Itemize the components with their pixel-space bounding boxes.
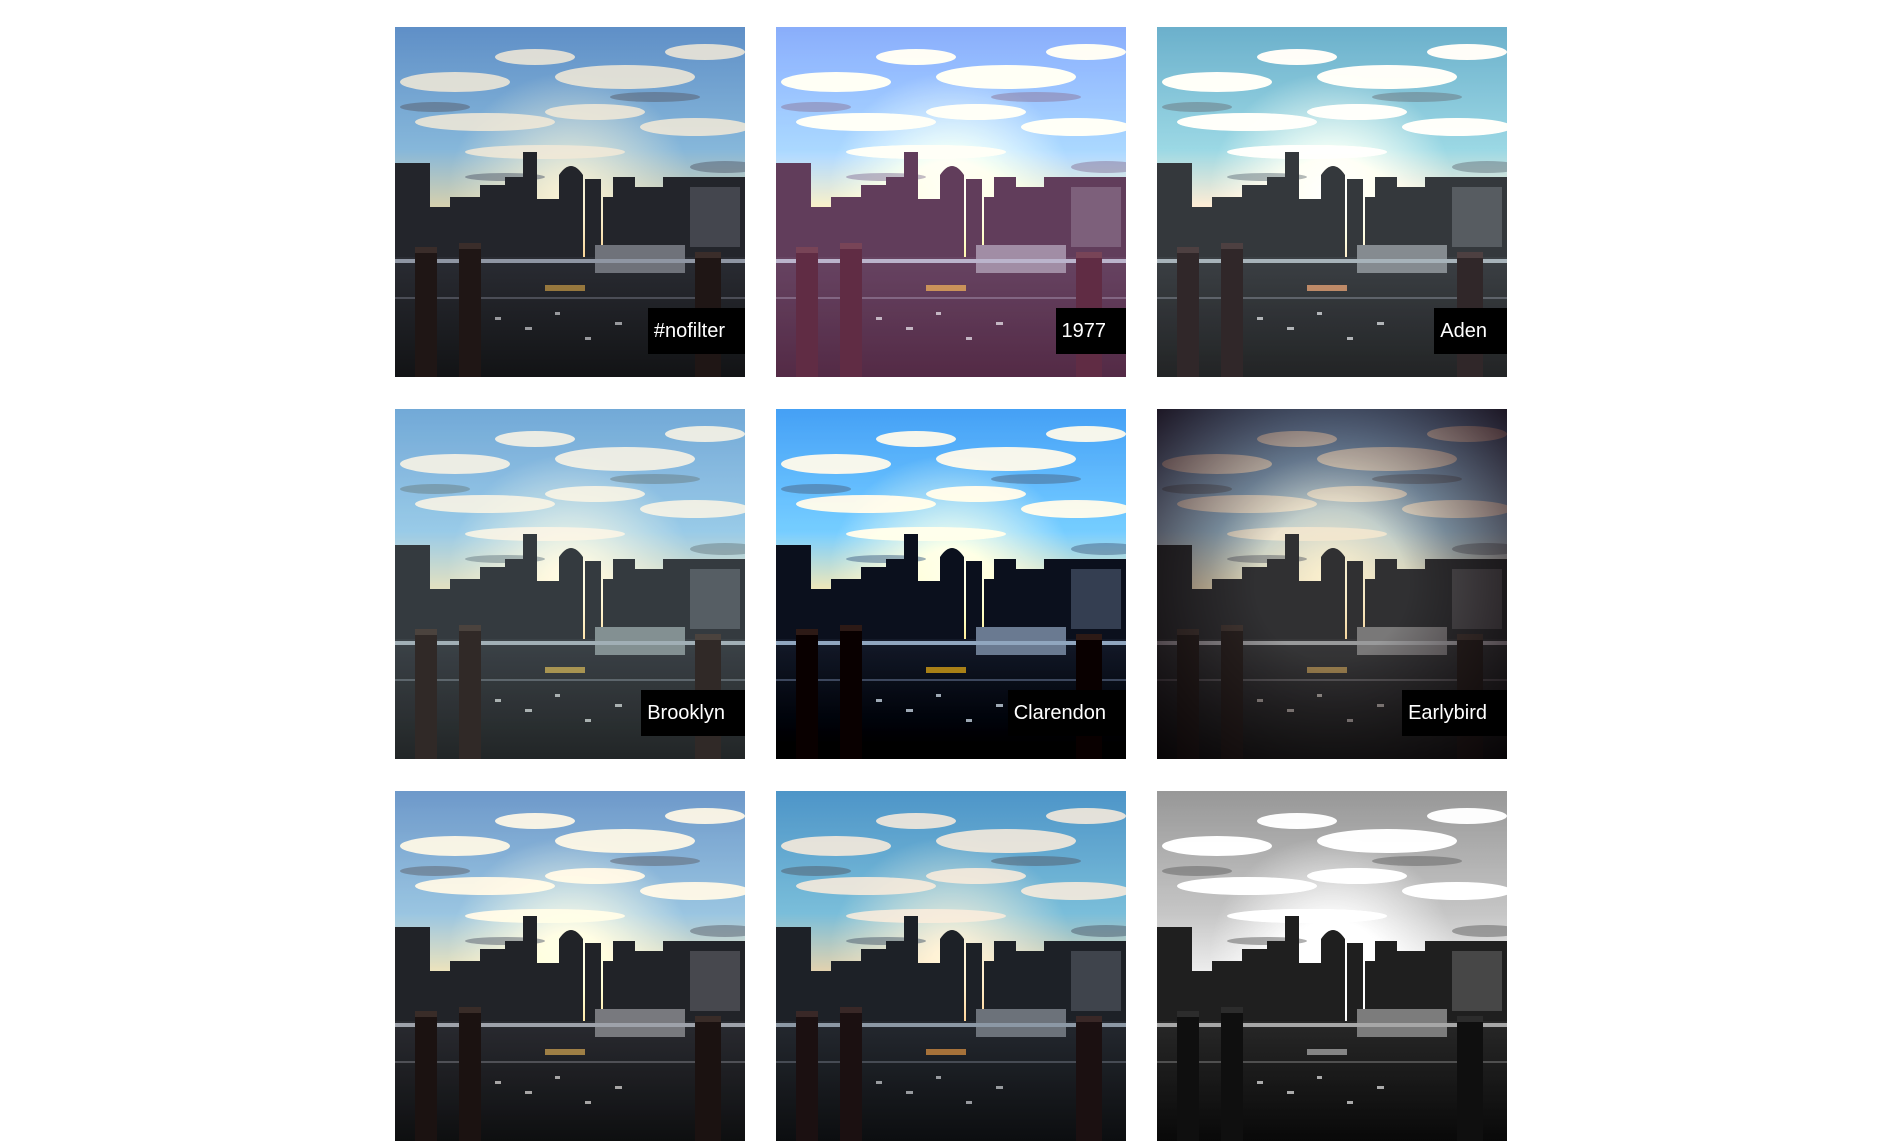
- filter-tile-clarendon[interactable]: Clarendon: [776, 409, 1126, 759]
- filter-label: Earlybird: [1402, 690, 1507, 736]
- filter-label: Brooklyn: [641, 690, 745, 736]
- filter-tile[interactable]: [1157, 791, 1507, 1141]
- filter-tile-1977[interactable]: 1977: [776, 27, 1126, 377]
- filter-label: Aden: [1434, 308, 1507, 354]
- filter-gallery: #nofilter 1977 Aden Brooklyn Clarendon E…: [395, 27, 1507, 1141]
- filter-tile-aden[interactable]: Aden: [1157, 27, 1507, 377]
- filter-tile[interactable]: [395, 791, 745, 1141]
- filter-tile-brooklyn[interactable]: Brooklyn: [395, 409, 745, 759]
- city-photo: [395, 791, 745, 1141]
- filter-tile-earlybird[interactable]: Earlybird: [1157, 409, 1507, 759]
- filter-label: 1977: [1055, 308, 1126, 354]
- city-photo: [776, 791, 1126, 1141]
- filter-tile[interactable]: [776, 791, 1126, 1141]
- city-photo: [1157, 791, 1507, 1141]
- filter-tile-nofilter[interactable]: #nofilter: [395, 27, 745, 377]
- filter-label: Clarendon: [1007, 690, 1126, 736]
- filter-label: #nofilter: [647, 308, 745, 354]
